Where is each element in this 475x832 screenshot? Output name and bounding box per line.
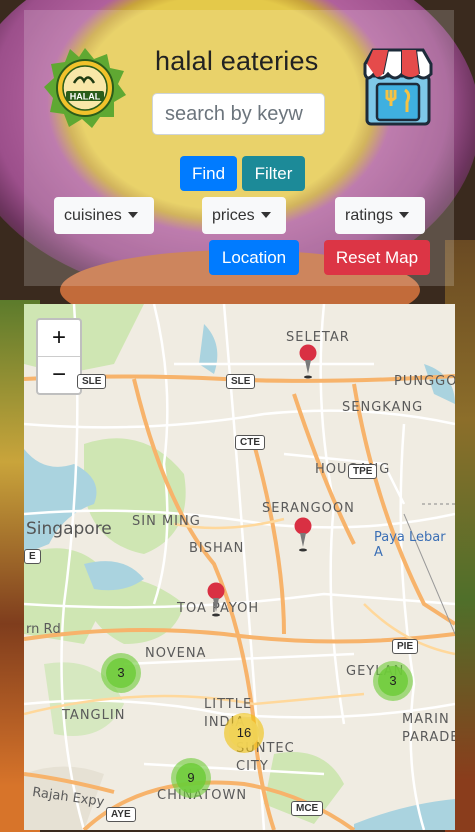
marker-cluster[interactable]: 3: [373, 661, 413, 701]
marker-cluster[interactable]: 9: [171, 758, 211, 798]
map-label-sengkang: SENGKANG: [342, 400, 424, 415]
cluster-count: 16: [229, 718, 259, 748]
map-label-novena: NOVENA: [145, 646, 207, 661]
map-label-parade: PARADE: [402, 730, 455, 745]
prices-dropdown-label: prices: [212, 207, 255, 224]
road-shield-pie: PIE: [392, 639, 419, 654]
map-marker-pin[interactable]: [293, 517, 313, 553]
map-label-bishan: BISHAN: [189, 541, 245, 556]
cluster-count: 3: [106, 658, 136, 688]
marker-cluster[interactable]: 16: [224, 713, 264, 753]
map-label-punggol: PUNGGO: [394, 374, 455, 389]
prices-dropdown[interactable]: prices: [202, 197, 286, 234]
cluster-count: 9: [176, 763, 206, 793]
map-label-tanglin: TANGLIN: [62, 708, 126, 723]
road-shield-sle: SLE: [226, 374, 256, 389]
chevron-down-icon: [127, 212, 138, 218]
road-shield-tpe: TPE: [348, 464, 378, 479]
halal-logo-icon: HALAL: [44, 48, 126, 128]
map-label-road: rn Rd: [26, 622, 61, 637]
road-shield-cte: CTE: [235, 435, 265, 450]
cuisines-dropdown-label: cuisines: [64, 207, 122, 224]
filter-button[interactable]: Filter: [242, 156, 305, 191]
road-shield-aye: AYE: [106, 807, 136, 822]
svg-text:HALAL: HALAL: [70, 92, 101, 102]
map-label-sin-ming: SIN MING: [132, 514, 201, 529]
cuisines-dropdown[interactable]: cuisines: [54, 197, 154, 234]
zoom-out-button[interactable]: −: [38, 357, 80, 393]
road-shield-mce: MCE: [291, 801, 324, 816]
ratings-dropdown-label: ratings: [345, 207, 394, 224]
road-shield-e: E: [24, 549, 41, 564]
find-button[interactable]: Find: [180, 156, 237, 191]
map-marker-pin[interactable]: [206, 582, 226, 618]
marker-cluster[interactable]: 3: [101, 653, 141, 693]
map-label-singapore: Singapore: [26, 519, 112, 539]
reset-map-button[interactable]: Reset Map: [324, 240, 430, 275]
cluster-count: 3: [378, 666, 408, 696]
search-input[interactable]: [152, 93, 325, 135]
chevron-down-icon: [260, 212, 271, 218]
restaurant-store-icon: [363, 48, 433, 126]
road-shield-sle: SLE: [77, 374, 107, 389]
location-button[interactable]: Location: [209, 240, 299, 275]
chevron-down-icon: [399, 212, 410, 218]
map-label-seletar: SELETAR: [286, 330, 350, 345]
map-marker-pin[interactable]: [298, 344, 318, 380]
map-label-marine: MARIN: [402, 712, 450, 727]
ratings-dropdown[interactable]: ratings: [335, 197, 425, 234]
zoom-control: + −: [36, 318, 82, 395]
app-title: halal eateries: [155, 46, 319, 76]
map-view[interactable]: + − SELETAR PUNGGO SENGKANG HOUGANG SERA…: [24, 304, 455, 830]
map-label-paya-lebar: Paya Lebar A: [374, 530, 446, 560]
map-label-serangoon: SERANGOON: [262, 501, 355, 516]
zoom-in-button[interactable]: +: [38, 320, 80, 357]
